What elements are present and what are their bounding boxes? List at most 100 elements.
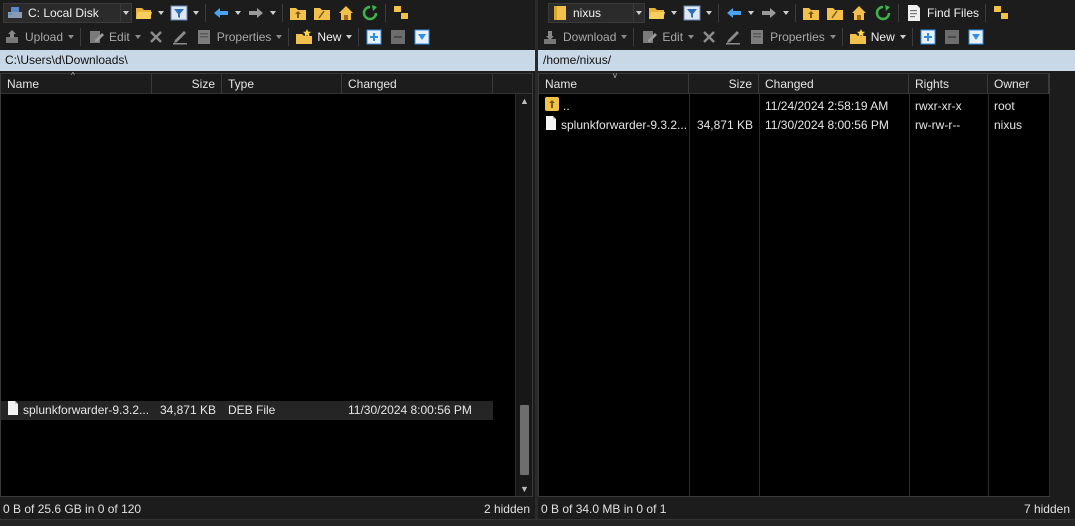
file-name: splunkforwarder-9.3.2... bbox=[23, 403, 150, 418]
local-status-text: 0 B of 25.6 GB in 0 of 120 bbox=[3, 502, 142, 516]
file-rights-cell: rwxr-xr-x bbox=[915, 99, 962, 113]
download-button[interactable]: Download bbox=[538, 26, 630, 48]
select-files-button[interactable] bbox=[362, 26, 386, 48]
column-header-type[interactable]: Type bbox=[222, 74, 342, 94]
table-row[interactable]: splunkforwarder-9.3.2... 34,871 KB 11/30… bbox=[539, 116, 1049, 135]
edit-button[interactable]: Edit bbox=[637, 26, 697, 48]
root-directory-button[interactable] bbox=[823, 2, 847, 24]
unselect-files-button[interactable] bbox=[940, 26, 964, 48]
local-vertical-scrollbar[interactable]: ▲ ▼ bbox=[515, 94, 532, 496]
rename-icon bbox=[724, 28, 742, 46]
table-row[interactable]: splunkforwarder-9.3.2... 34,871 KB DEB F… bbox=[1, 401, 493, 420]
new-icon bbox=[295, 28, 313, 46]
remote-directory-label: nixus bbox=[573, 5, 602, 20]
file-name-cell: splunkforwarder-9.3.2... bbox=[1, 401, 152, 420]
chevron-down-icon[interactable] bbox=[633, 3, 644, 22]
synchronized-browsing-button[interactable] bbox=[389, 2, 413, 24]
plus-icon bbox=[919, 28, 937, 46]
local-path-bar[interactable]: C:\Users\d\Downloads\ bbox=[0, 50, 535, 71]
new-button[interactable]: New bbox=[846, 26, 909, 48]
column-header-size[interactable]: Size bbox=[689, 74, 759, 94]
sync-browse-icon bbox=[992, 4, 1010, 22]
edit-icon bbox=[640, 28, 658, 46]
forward-button[interactable] bbox=[757, 2, 792, 24]
properties-label: Properties bbox=[770, 29, 825, 44]
forward-button[interactable] bbox=[244, 2, 279, 24]
edit-button[interactable]: Edit bbox=[84, 26, 144, 48]
filter-icon bbox=[170, 4, 188, 22]
local-file-list[interactable]: Name ^ Size Type Changed splunkforwarder… bbox=[0, 72, 533, 497]
filter-button[interactable] bbox=[680, 2, 715, 24]
local-hidden-count[interactable]: 2 hidden bbox=[484, 500, 530, 519]
properties-button[interactable]: Properties bbox=[192, 26, 286, 48]
remote-directory-selector[interactable]: nixus bbox=[548, 2, 645, 23]
filter-select-button[interactable] bbox=[964, 26, 988, 48]
delete-button[interactable] bbox=[697, 26, 721, 48]
parent-directory-button[interactable] bbox=[799, 2, 823, 24]
upload-button[interactable]: Upload bbox=[0, 26, 77, 48]
filter-button[interactable] bbox=[167, 2, 202, 24]
refresh-button[interactable] bbox=[358, 2, 382, 24]
delete-icon bbox=[147, 28, 165, 46]
rename-button[interactable] bbox=[168, 26, 192, 48]
back-arrow-icon bbox=[212, 4, 230, 22]
open-folder-button[interactable] bbox=[132, 2, 167, 24]
file-type-cell: DEB File bbox=[228, 403, 276, 417]
filter-icon bbox=[683, 4, 701, 22]
delete-button[interactable] bbox=[144, 26, 168, 48]
remote-status-bar: 0 B of 34.0 MB in 0 of 1 7 hidden bbox=[538, 500, 1075, 519]
column-header-name[interactable]: Name ^ bbox=[1, 72, 152, 94]
column-header-name[interactable]: Name v bbox=[539, 71, 689, 94]
parent-directory-button[interactable] bbox=[286, 2, 310, 24]
home-directory-button[interactable] bbox=[334, 2, 358, 24]
synchronized-browsing-button[interactable] bbox=[989, 2, 1013, 24]
column-header-changed[interactable]: Changed bbox=[759, 74, 909, 94]
select-icon bbox=[967, 28, 985, 46]
local-file-list-header: Name ^ Size Type Changed bbox=[1, 72, 532, 94]
properties-button[interactable]: Properties bbox=[745, 26, 839, 48]
back-button[interactable] bbox=[209, 2, 244, 24]
column-header-rights[interactable]: Rights bbox=[909, 74, 988, 94]
remote-status-text: 0 B of 34.0 MB in 0 of 1 bbox=[541, 502, 667, 516]
chevron-down-icon[interactable] bbox=[120, 3, 131, 22]
remote-file-toolbar: Download Edit Properties New bbox=[538, 24, 1075, 49]
file-size-cell: 34,871 KB bbox=[159, 403, 216, 417]
scroll-down-arrow-icon[interactable]: ▼ bbox=[520, 484, 529, 494]
file-icon bbox=[545, 116, 557, 135]
table-row[interactable]: .. 11/24/2024 2:58:19 AM rwxr-xr-x root bbox=[539, 97, 1049, 116]
select-files-button[interactable] bbox=[916, 26, 940, 48]
refresh-button[interactable] bbox=[871, 2, 895, 24]
minus-icon bbox=[389, 28, 407, 46]
remote-hidden-count[interactable]: 7 hidden bbox=[1024, 500, 1070, 519]
properties-label: Properties bbox=[216, 29, 272, 44]
root-directory-button[interactable] bbox=[310, 2, 334, 24]
column-header-name-label: Name bbox=[545, 77, 578, 91]
open-folder-icon bbox=[135, 4, 153, 22]
file-changed-cell: 11/24/2024 2:58:19 AM bbox=[765, 99, 889, 113]
home-directory-button[interactable] bbox=[847, 2, 871, 24]
find-files-button[interactable]: Find Files bbox=[902, 2, 982, 24]
remote-file-list[interactable]: Name v Size Changed Rights Owner .. 11/2… bbox=[538, 71, 1050, 497]
sort-ascending-icon: v bbox=[613, 71, 617, 80]
refresh-icon bbox=[874, 4, 892, 22]
open-folder-button[interactable] bbox=[645, 2, 680, 24]
download-label: Download bbox=[563, 29, 617, 44]
scrollbar-thumb[interactable] bbox=[520, 405, 529, 475]
local-drive-selector[interactable]: C: Local Disk bbox=[3, 2, 132, 23]
forward-arrow-icon bbox=[760, 4, 778, 22]
scroll-up-arrow-icon[interactable]: ▲ bbox=[520, 96, 529, 106]
filter-select-button[interactable] bbox=[410, 26, 434, 48]
file-name-cell: splunkforwarder-9.3.2... bbox=[539, 116, 689, 135]
file-size-cell bbox=[689, 97, 759, 116]
column-header-changed[interactable]: Changed bbox=[342, 74, 493, 94]
new-label: New bbox=[317, 29, 342, 44]
column-header-owner[interactable]: Owner bbox=[988, 74, 1049, 94]
column-header-size[interactable]: Size bbox=[152, 74, 222, 94]
new-button[interactable]: New bbox=[292, 26, 355, 48]
remote-navigation-toolbar: nixus Find Files bbox=[538, 0, 1075, 25]
unselect-files-button[interactable] bbox=[386, 26, 410, 48]
back-button[interactable] bbox=[722, 2, 757, 24]
rename-button[interactable] bbox=[721, 26, 745, 48]
column-header-name-label: Name bbox=[7, 77, 40, 91]
remote-path-bar[interactable]: /home/nixus/ bbox=[538, 50, 1075, 71]
